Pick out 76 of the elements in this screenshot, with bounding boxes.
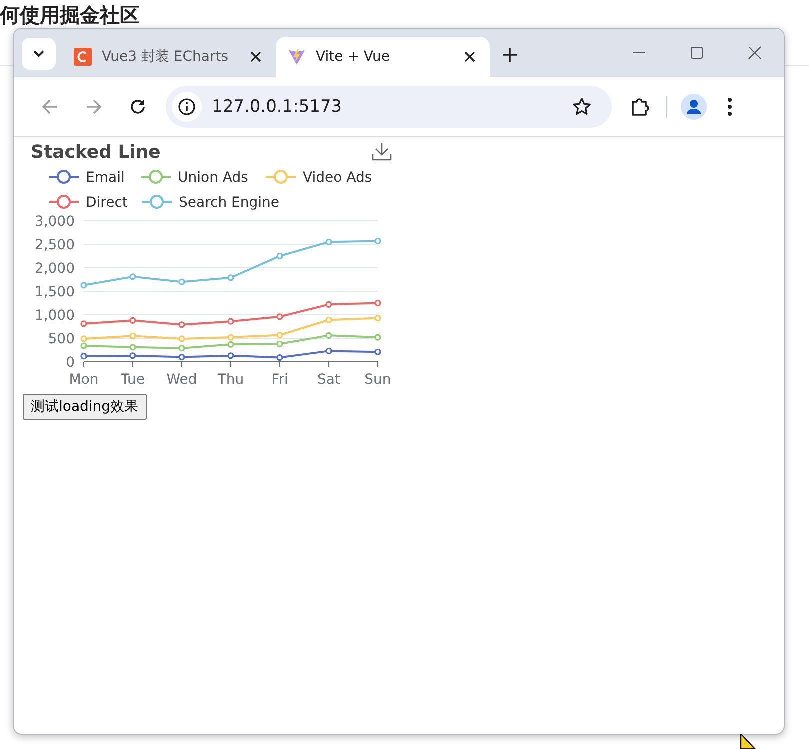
star-icon[interactable] — [572, 96, 592, 116]
data-point — [178, 322, 186, 328]
download-icon[interactable] — [372, 142, 392, 161]
x-tick-label: Tue — [121, 372, 145, 388]
data-point — [178, 345, 186, 352]
y-tick-label: 1,500 — [34, 284, 75, 300]
x-tick-label: Thu — [218, 372, 244, 388]
close-icon[interactable] — [248, 49, 264, 65]
data-point — [80, 353, 88, 360]
browser-tab[interactable]: Vite + Vue — [276, 37, 490, 77]
x-tick-label: Fri — [272, 372, 288, 388]
puzzle-icon[interactable] — [630, 96, 652, 118]
chevron-down-icon — [33, 50, 45, 58]
data-point — [374, 334, 382, 341]
data-point — [374, 315, 382, 322]
data-point — [326, 332, 332, 339]
profile-avatar-icon[interactable] — [681, 94, 707, 120]
legend-marker-icon — [142, 195, 172, 209]
legend-marker-icon — [49, 195, 79, 209]
legend-marker-icon — [141, 170, 171, 184]
data-point — [276, 332, 284, 338]
data-point — [228, 274, 234, 282]
data-point — [276, 252, 284, 260]
data-point — [326, 238, 332, 246]
legend-label[interactable]: Video Ads — [303, 170, 372, 186]
legend-label[interactable]: Union Ads — [178, 170, 248, 186]
address-bar[interactable]: 127.0.0.1:5173 — [166, 86, 612, 128]
x-tick-label: Sat — [318, 372, 340, 388]
legend-marker-icon — [266, 170, 296, 184]
y-tick-label: 0 — [66, 355, 75, 371]
data-point — [130, 274, 136, 280]
data-point — [276, 340, 284, 348]
chart-title: Stacked Line — [31, 142, 161, 163]
legend-marker-icon — [49, 170, 79, 184]
data-point — [326, 316, 332, 324]
legend-label[interactable]: Email — [86, 170, 125, 186]
data-point — [130, 352, 136, 360]
x-tick-label: Mon — [69, 372, 99, 388]
data-point — [374, 238, 382, 245]
data-point — [374, 300, 382, 307]
data-point — [130, 344, 136, 351]
data-point — [80, 282, 88, 289]
y-tick-label: 3,000 — [34, 214, 75, 230]
y-tick-label: 2,000 — [34, 261, 75, 277]
data-point — [228, 352, 234, 360]
x-tick-label: Sun — [364, 372, 392, 388]
back-icon[interactable] — [41, 98, 59, 116]
data-point — [276, 314, 284, 320]
y-tick-label: 2,500 — [34, 238, 75, 254]
data-point — [374, 348, 382, 356]
data-point — [178, 336, 186, 342]
y-tick-label: 500 — [48, 332, 75, 348]
close-icon[interactable] — [462, 49, 478, 65]
data-point — [326, 301, 332, 308]
y-tick-label: 1,000 — [34, 308, 75, 324]
vite-logo-icon — [288, 48, 306, 66]
data-point — [130, 317, 136, 324]
x-tick-label: Wed — [166, 372, 198, 388]
info-icon[interactable] — [172, 92, 202, 122]
forward-icon[interactable] — [85, 98, 103, 116]
c-logo-icon — [74, 48, 92, 66]
data-point — [130, 332, 136, 340]
tab-search-button[interactable] — [22, 38, 56, 70]
legend-label[interactable]: Direct — [86, 195, 128, 211]
data-point — [80, 320, 88, 328]
legend-label[interactable]: Search Engine — [179, 195, 280, 211]
menu-icon[interactable] — [727, 96, 733, 116]
data-point — [276, 354, 284, 362]
data-point — [326, 348, 332, 354]
test-loading-button[interactable]: 测试loading效果 — [23, 394, 147, 420]
data-point — [228, 318, 234, 325]
data-point — [178, 354, 186, 361]
data-point — [178, 278, 186, 286]
browser-tab[interactable]: Vue3 封装 ECharts — [62, 37, 276, 77]
reload-icon[interactable] — [129, 98, 147, 116]
plus-icon[interactable] — [502, 47, 518, 63]
